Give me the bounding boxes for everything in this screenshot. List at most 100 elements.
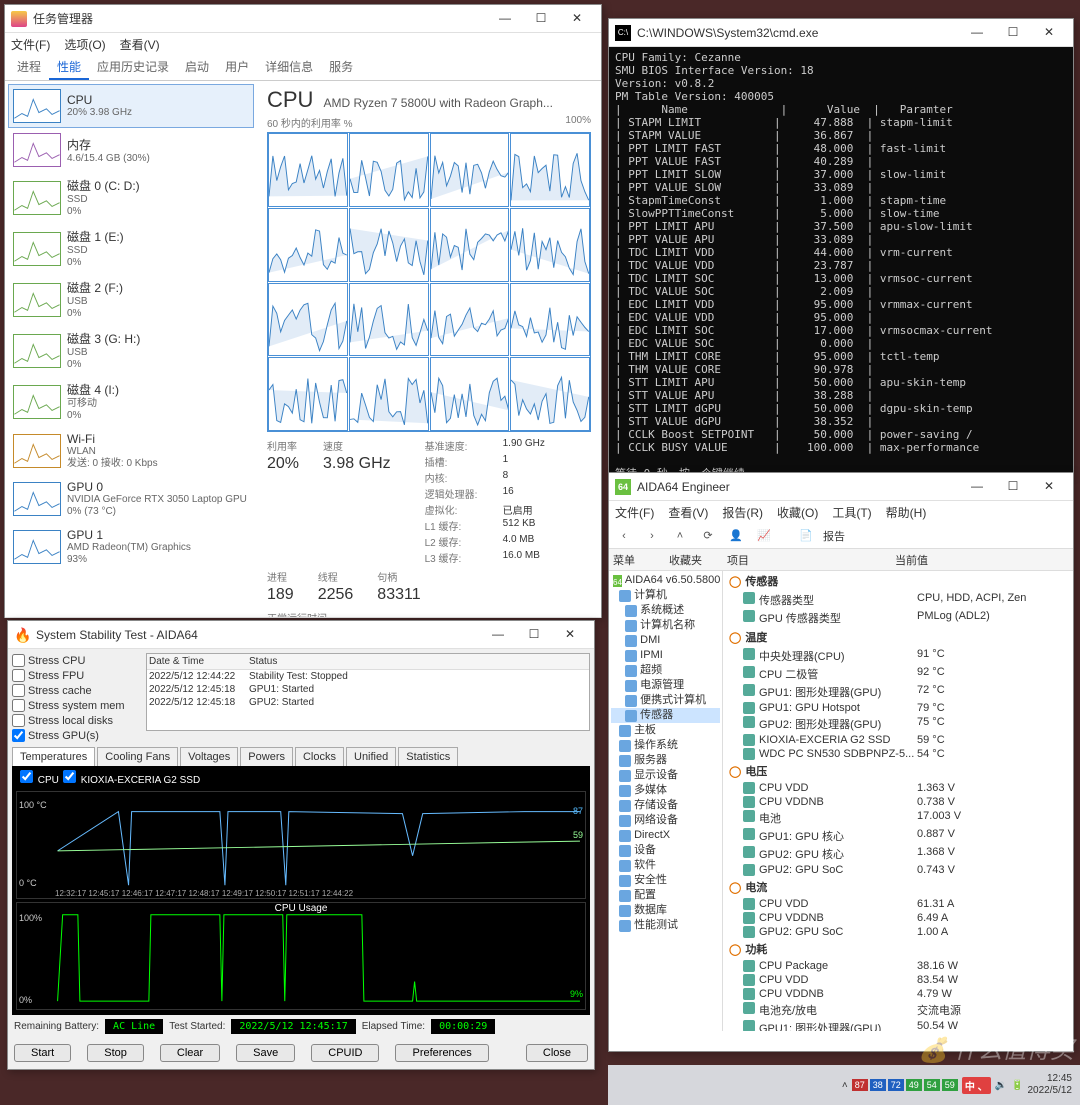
sst-preferences-button[interactable]: Preferences [395,1044,488,1062]
sidebar-item[interactable]: 磁盘 2 (F:)USB0% [8,274,254,325]
sst-titlebar[interactable]: 🔥 System Stability Test - AIDA64 —☐✕ [8,621,594,649]
sensor-row[interactable]: CPU 二极管92 °C [723,665,1073,683]
tray-temp[interactable]: 54 [924,1079,940,1091]
tree-item[interactable]: 设备 [611,843,720,858]
aida-min[interactable]: — [959,475,995,499]
aida-menu-item[interactable]: 查看(V) [668,504,708,521]
tree-item[interactable]: 便携式计算机 [611,693,720,708]
stress-checkbox[interactable]: Stress system mem [12,698,140,713]
aida-close[interactable]: ✕ [1031,475,1067,499]
cmd-min[interactable]: — [959,21,995,45]
sidebar-item[interactable]: Wi-FiWLAN发送: 0 接收: 0 Kbps [8,427,254,475]
tray-temp[interactable]: 87 [852,1079,868,1091]
tm-tab[interactable]: 详细信息 [257,55,321,80]
sensor-row[interactable]: GPU1: 图形处理器(GPU)72 °C [723,683,1073,701]
sensor-row[interactable]: 电池17.003 V [723,809,1073,827]
ime-indicator[interactable]: 中 、 [962,1077,991,1094]
cpu-core-grid[interactable] [267,132,591,432]
sst-max[interactable]: ☐ [516,623,552,647]
aida-menu-item[interactable]: 帮助(H) [886,504,927,521]
sidebar-item[interactable]: 磁盘 1 (E:)SSD0% [8,223,254,274]
aida-menu-item[interactable]: 收藏(O) [777,504,818,521]
sensor-row[interactable]: CPU Package38.16 W [723,959,1073,973]
sensor-row[interactable]: 传感器类型CPU, HDD, ACPI, Zen [723,591,1073,609]
cpu-checkbox[interactable]: CPU [20,770,59,786]
sst-log[interactable]: Date & TimeStatus 2022/5/12 12:44:22Stab… [146,653,590,731]
tray-temp[interactable]: 49 [906,1079,922,1091]
sst-stop-button[interactable]: Stop [87,1044,144,1062]
tree-item[interactable]: 安全性 [611,873,720,888]
sidebar-item[interactable]: 内存4.6/15.4 GB (30%) [8,128,254,172]
tm-tab[interactable]: 应用历史记录 [89,55,177,80]
tray-battery-icon[interactable]: 🔋 [1011,1080,1023,1091]
sensor-row[interactable]: GPU 传感器类型PMLog (ADL2) [723,609,1073,627]
tree-item[interactable]: IPMI [611,648,720,663]
tree-item[interactable]: 多媒体 [611,783,720,798]
sst-subtab[interactable]: Cooling Fans [97,747,178,766]
stress-checkbox[interactable]: Stress local disks [12,713,140,728]
user-icon[interactable]: 👤 [725,525,747,547]
tm-close[interactable]: ✕ [559,7,595,31]
tm-titlebar[interactable]: 任务管理器 — ☐ ✕ [5,5,601,33]
sst-close[interactable]: ✕ [552,623,588,647]
sidebar-item[interactable]: 磁盘 0 (C: D:)SSD0% [8,172,254,223]
stress-checkbox[interactable]: Stress FPU [12,668,140,683]
report-icon[interactable]: 📄 [795,525,817,547]
aida-menu-item[interactable]: 工具(T) [832,504,871,521]
sensor-row[interactable]: GPU2: GPU SoC0.743 V [723,863,1073,877]
tree-item[interactable]: 传感器 [611,708,720,723]
tree-item[interactable]: 电源管理 [611,678,720,693]
cmd-max[interactable]: ☐ [995,21,1031,45]
tree-item[interactable]: 服务器 [611,753,720,768]
tree-item[interactable]: 主板 [611,723,720,738]
sidebar-item[interactable]: GPU 0NVIDIA GeForce RTX 3050 Laptop GPU0… [8,475,254,523]
stress-checkbox[interactable]: Stress cache [12,683,140,698]
tree-item[interactable]: 显示设备 [611,768,720,783]
report-btn[interactable]: 报告 [823,528,845,544]
log-row[interactable]: 2022/5/12 12:45:18GPU1: Started [147,683,589,696]
sensor-row[interactable]: 电池充/放电交流电源 [723,1001,1073,1019]
tm-min[interactable]: — [487,7,523,31]
sst-subtab[interactable]: Statistics [398,747,458,766]
cmd-window[interactable]: C:\ C:\WINDOWS\System32\cmd.exe —☐✕ CPU … [608,18,1074,474]
tray-temp[interactable]: 72 [888,1079,904,1091]
sst-subtab[interactable]: Temperatures [12,747,95,766]
tree-item[interactable]: 配置 [611,888,720,903]
log-row[interactable]: 2022/5/12 12:45:18GPU2: Started [147,696,589,709]
sst-min[interactable]: — [480,623,516,647]
aida-menu-item[interactable]: 报告(R) [722,504,763,521]
tray-chevron-icon[interactable]: ˄ [842,1080,848,1091]
chart-icon[interactable]: 📈 [753,525,775,547]
tray-wifi-icon[interactable]: 🔉 [995,1080,1007,1091]
sst-clear-button[interactable]: Clear [160,1044,220,1062]
stability-test-window[interactable]: 🔥 System Stability Test - AIDA64 —☐✕ Str… [7,620,595,1070]
sensor-row[interactable]: CPU VDD1.363 V [723,781,1073,795]
sidebar-item[interactable]: CPU20% 3.98 GHz [8,84,254,128]
cpu-usage-chart[interactable]: CPU Usage 100% 0% 9% [16,902,586,1010]
tm-menu-item[interactable]: 文件(F) [11,36,50,53]
tree-item[interactable]: 系统概述 [611,603,720,618]
sensor-row[interactable]: KIOXIA-EXCERIA G2 SSD59 °C [723,733,1073,747]
cmd-titlebar[interactable]: C:\ C:\WINDOWS\System32\cmd.exe —☐✕ [609,19,1073,47]
tree-item[interactable]: 存储设备 [611,798,720,813]
tm-tab[interactable]: 服务 [321,55,361,80]
sidebar-item[interactable]: 磁盘 4 (I:)可移动0% [8,376,254,427]
tree-item[interactable]: 操作系统 [611,738,720,753]
tree-item[interactable]: 计算机名称 [611,618,720,633]
sst-subtab[interactable]: Voltages [180,747,238,766]
tree-item[interactable]: DirectX [611,828,720,843]
sensor-row[interactable]: CPU VDD83.54 W [723,973,1073,987]
refresh-icon[interactable]: ⟳ [697,525,719,547]
sidebar-item[interactable]: 磁盘 3 (G: H:)USB0% [8,325,254,376]
sensor-row[interactable]: WDC PC SN530 SDBPNPZ-5...54 °C [723,747,1073,761]
aida64-window[interactable]: 64 AIDA64 Engineer —☐✕ 文件(F)查看(V)报告(R)收藏… [608,472,1074,1052]
tree-item[interactable]: 超频 [611,663,720,678]
tree-item[interactable]: 计算机 [611,588,720,603]
stress-checkbox[interactable]: Stress CPU [12,653,140,668]
sensor-row[interactable]: GPU2: GPU SoC1.00 A [723,925,1073,939]
tm-tab[interactable]: 用户 [217,55,257,80]
log-row[interactable]: 2022/5/12 12:44:22Stability Test: Stoppe… [147,670,589,683]
sidebar-item[interactable]: GPU 1AMD Radeon(TM) Graphics93% [8,523,254,571]
tm-tab[interactable]: 进程 [9,55,49,80]
sensor-row[interactable]: GPU2: 图形处理器(GPU)75 °C [723,715,1073,733]
